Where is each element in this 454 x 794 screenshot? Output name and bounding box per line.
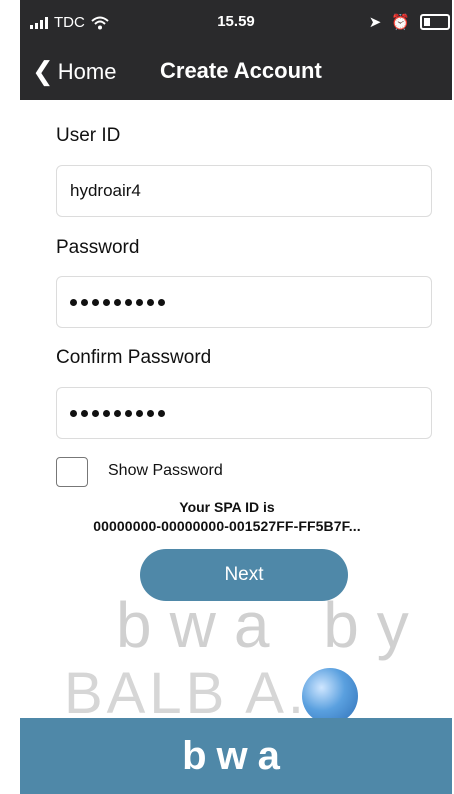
password-mask xyxy=(70,298,165,306)
status-bar: TDC 15.59 ➤ ⏰ xyxy=(20,0,452,46)
confirm-password-mask xyxy=(70,409,165,417)
footer-bar: bwa xyxy=(20,718,452,794)
footer-logo: bwa xyxy=(182,733,290,778)
password-label: Password xyxy=(56,237,140,258)
chevron-left-icon: ❮ xyxy=(32,56,54,86)
location-icon: ➤ xyxy=(368,14,382,31)
show-password-checkbox[interactable] xyxy=(56,457,88,487)
back-button[interactable]: ❮ Home xyxy=(32,56,116,87)
spa-id-value: 00000000-00000000-001527FF-FF5B7F... xyxy=(93,518,361,534)
page-title: Create Account xyxy=(160,58,322,83)
status-right: ➤ ⏰ xyxy=(369,13,450,31)
spa-id-heading: Your SPA ID is xyxy=(179,499,275,515)
next-label: Next xyxy=(224,564,264,585)
user-id-value: hydroair4 xyxy=(70,181,141,200)
app-screen: TDC 15.59 ➤ ⏰ ❮ Home Create Account User… xyxy=(20,0,452,794)
battery-icon xyxy=(420,14,450,30)
balboa-logo-icon xyxy=(302,668,358,724)
user-id-field[interactable]: hydroair4 xyxy=(56,165,432,217)
top-bar: TDC 15.59 ➤ ⏰ ❮ Home Create Account xyxy=(20,0,452,100)
back-label: Home xyxy=(57,58,117,84)
confirm-password-field[interactable] xyxy=(56,387,432,439)
navigation-bar: ❮ Home Create Account xyxy=(20,50,452,94)
password-field[interactable] xyxy=(56,276,432,328)
watermark-balboa: BALB A. xyxy=(64,661,309,726)
show-password-label[interactable]: Show Password xyxy=(108,462,223,480)
user-id-label: User ID xyxy=(56,125,121,146)
alarm-icon: ⏰ xyxy=(391,14,410,31)
confirm-password-label: Confirm Password xyxy=(56,347,212,368)
watermark-bwa-by: bwa by xyxy=(116,589,427,661)
